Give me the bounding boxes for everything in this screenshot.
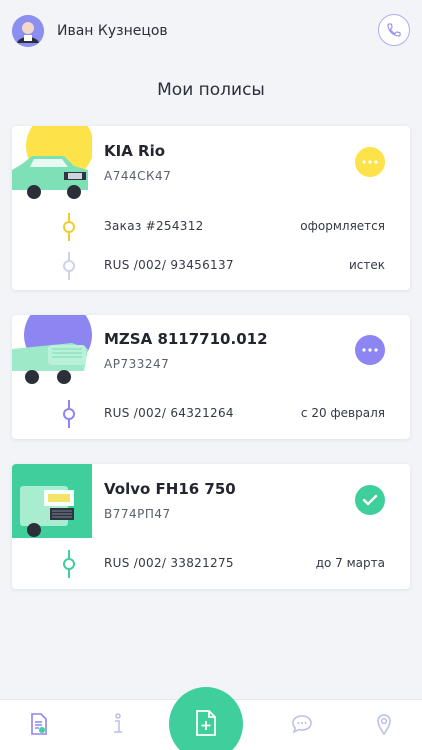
policy-card[interactable]: MZSA 8117710.012 АР733247 RUS /002/ 6432… (12, 315, 410, 439)
check-icon (362, 494, 378, 506)
plate-number: А744СК47 (104, 169, 172, 183)
trailer-illustration (12, 315, 92, 389)
more-dots-icon (362, 348, 378, 352)
policy-status: до 7 марта (315, 556, 385, 570)
vehicle-name: Volvo FH16 750 (104, 480, 236, 498)
plate-number: В774РП47 (104, 507, 171, 521)
policy-card[interactable]: Volvo FH16 750 В774РП47 RUS /002/ 338212… (12, 464, 410, 589)
policy-number: RUS /002/ 64321264 (104, 406, 234, 420)
policy-status: с 20 февраля (300, 406, 385, 420)
add-policy-button[interactable] (169, 687, 243, 750)
user-name: Иван Кузнецов (57, 23, 168, 39)
nav-chat[interactable] (290, 712, 314, 736)
more-dots-icon (362, 160, 378, 164)
timeline-node-active (62, 550, 76, 582)
timeline-node-active (62, 400, 76, 432)
order-number: Заказ #254312 (104, 219, 204, 233)
nav-map[interactable] (372, 712, 396, 736)
timeline-node-expired (62, 252, 76, 284)
policy-number: RUS /002/ 33821275 (104, 556, 234, 570)
car-illustration (12, 126, 92, 200)
nav-policies[interactable] (27, 712, 51, 736)
active-status-button[interactable] (355, 485, 385, 515)
nav-info[interactable] (106, 712, 130, 736)
policy-number: RUS /002/ 93456137 (104, 258, 234, 272)
chat-icon (292, 715, 312, 734)
truck-illustration (12, 464, 92, 538)
policy-card[interactable]: KIA Rio А744СК47 Заказ #254312 оформляет… (12, 126, 410, 290)
location-pin-icon (377, 714, 391, 735)
order-status: оформляется (300, 219, 385, 233)
phone-icon (387, 23, 401, 37)
page-title: Мои полисы (157, 80, 265, 100)
avatar[interactable] (12, 15, 44, 47)
more-options-button[interactable] (355, 335, 385, 365)
policy-status: истек (348, 258, 385, 272)
call-button[interactable] (378, 14, 410, 46)
policies-document-icon (31, 713, 47, 735)
add-document-icon (196, 710, 216, 736)
timeline-node-active (62, 213, 76, 245)
plate-number: АР733247 (104, 357, 170, 371)
user-avatar-icon (12, 15, 44, 47)
vehicle-name: MZSA 8117710.012 (104, 330, 268, 348)
info-icon (114, 713, 122, 733)
header: Иван Кузнецов (0, 0, 422, 64)
more-options-button[interactable] (355, 147, 385, 177)
vehicle-name: KIA Rio (104, 142, 166, 160)
